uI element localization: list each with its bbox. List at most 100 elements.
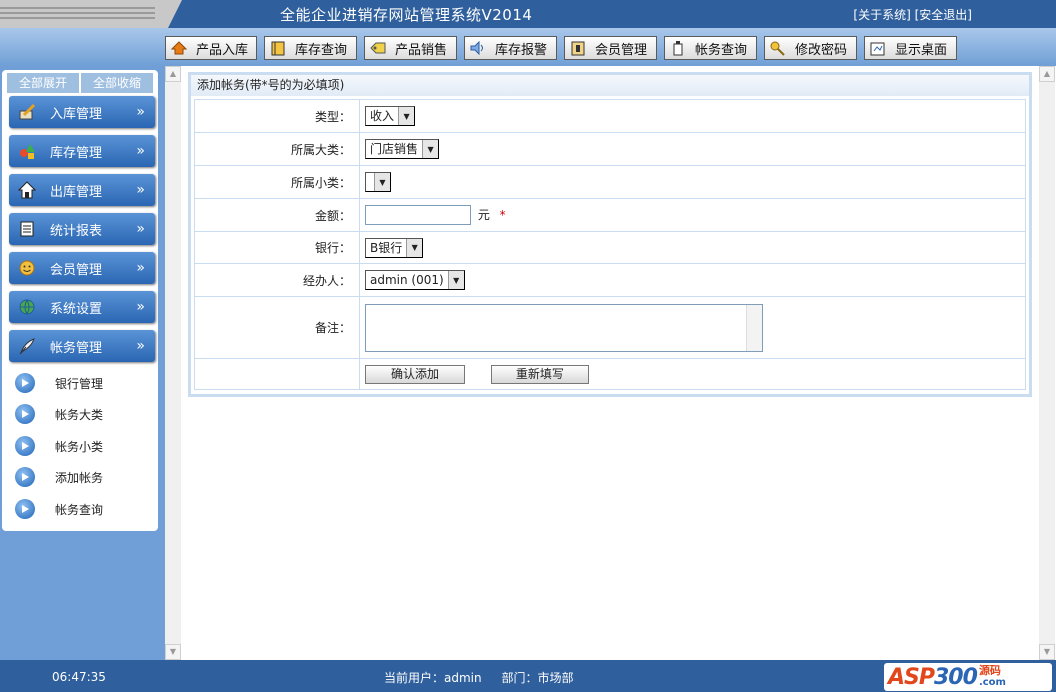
dropdown-arrow-icon: ▼ (422, 140, 439, 158)
tag-icon (369, 40, 387, 56)
play-icon (15, 436, 35, 456)
sub-item-label: 帐务小类 (55, 439, 104, 454)
toolbar-member-button[interactable]: 会员管理 (564, 36, 657, 60)
house-arrow-icon (170, 40, 188, 56)
confirm-add-button[interactable]: 确认添加 (365, 364, 465, 384)
play-icon (15, 404, 35, 424)
toolbar-label: 库存查询 (295, 42, 348, 58)
chevron-right-icon: » (136, 299, 145, 315)
logo-side-top: 源码 (978, 664, 1001, 677)
category-select[interactable]: 门店销售 ▼ (365, 139, 440, 159)
amount-input[interactable] (365, 205, 471, 225)
sub-item-account-query[interactable]: 帐务查询 (15, 498, 103, 520)
select-value: 收入 (370, 109, 395, 123)
chevron-right-icon: » (136, 221, 145, 237)
scroll-down-icon[interactable]: ▼ (1039, 644, 1055, 660)
textarea-scrollbar[interactable] (746, 304, 762, 351)
toolbar-label: 显示桌面 (895, 42, 948, 58)
sub-item-label: 添加帐务 (55, 470, 104, 485)
scroll-up-icon[interactable]: ▲ (1039, 66, 1055, 82)
dropdown-arrow-icon: ▼ (398, 107, 415, 125)
reset-button[interactable]: 重新填写 (490, 364, 589, 384)
menu-reports[interactable]: 统计报表 » (9, 213, 155, 245)
right-scrollbar[interactable]: ▲ ▼ (1039, 66, 1055, 660)
toolbar-label: 产品入库 (196, 42, 249, 58)
toolbar-label: 产品销售 (395, 42, 448, 58)
toolbar-label: 库存报警 (495, 42, 548, 58)
bank-label: 银行： (194, 231, 360, 264)
toolbar-show-desktop-button[interactable]: 显示桌面 (864, 36, 957, 60)
home-icon (18, 181, 36, 199)
menu-label: 入库管理 (50, 106, 103, 122)
menu-label: 系统设置 (50, 301, 103, 317)
type-select[interactable]: 收入 ▼ (365, 106, 416, 126)
select-value: 门店销售 (370, 142, 419, 156)
expand-all-button[interactable]: 全部展开 (7, 73, 79, 93)
logout-link[interactable]: [安全退出] (915, 8, 972, 22)
menu-inventory[interactable]: 库存管理 » (9, 135, 155, 167)
left-scrollbar[interactable]: ▲ ▼ (165, 66, 181, 660)
play-icon (15, 467, 35, 487)
toolbar-change-password-button[interactable]: 修改密码 (764, 36, 857, 60)
current-user: 当前用户：admin (384, 671, 482, 685)
globe-icon (18, 298, 36, 316)
menu-stock-in[interactable]: 入库管理 » (9, 96, 155, 128)
form-row-subcategory: 所属小类： ▼ (194, 165, 1026, 199)
about-link[interactable]: [关于系统] (853, 8, 910, 22)
sub-item-add-account[interactable]: 添加帐务 (15, 466, 103, 488)
desktop-icon (869, 40, 887, 56)
form-row-actions: 确认添加 重新填写 (194, 358, 1026, 390)
speaker-icon (469, 40, 487, 56)
add-account-form: 类型： 收入 ▼ 所属大类： 门店销售 ▼ 所属小类： ▼ 金额： 元 * 银行… (194, 99, 1026, 390)
sidebar: 全部展开 全部收缩 入库管理 » 库存管理 » 出库管理 » 统计报表 » 会员… (2, 70, 158, 531)
menu-accounts[interactable]: 帐务管理 » (9, 330, 155, 362)
note-textarea[interactable] (365, 303, 763, 352)
sub-item-account-subcategory[interactable]: 帐务小类 (15, 435, 103, 457)
shapes-icon (18, 142, 36, 160)
handler-label: 经办人： (194, 263, 360, 297)
scroll-up-icon[interactable]: ▲ (165, 66, 181, 82)
menu-system-settings[interactable]: 系统设置 » (9, 291, 155, 323)
subcategory-select[interactable]: ▼ (365, 172, 391, 192)
sub-item-bank-management[interactable]: 银行管理 (15, 372, 103, 394)
sub-item-account-category[interactable]: 帐务大类 (15, 403, 103, 425)
select-value: B银行 (370, 240, 403, 255)
bank-select[interactable]: B银行 ▼ (365, 237, 424, 258)
toolbar-stock-query-button[interactable]: 库存查询 (264, 36, 357, 60)
handler-select[interactable]: admin (001) ▼ (365, 270, 465, 290)
book-icon (269, 40, 287, 56)
menu-label: 出库管理 (50, 184, 103, 200)
form-row-amount: 金额： 元 * (194, 198, 1026, 232)
play-icon (15, 499, 35, 519)
collapse-all-button[interactable]: 全部收缩 (81, 73, 153, 93)
form-row-type: 类型： 收入 ▼ (194, 99, 1026, 133)
menu-label: 统计报表 (50, 223, 103, 239)
dropdown-arrow-icon: ▼ (374, 173, 390, 191)
toolbar: 产品入库 库存查询 产品销售 库存报警 会员管理 帐务查询 修改密码 显示桌面 (0, 28, 1056, 66)
logo-side-bottom: .com (978, 677, 1006, 688)
dropdown-arrow-icon: ▼ (447, 271, 464, 289)
toolbar-product-sales-button[interactable]: 产品销售 (364, 36, 457, 60)
header-decor (0, 0, 182, 28)
menu-label: 帐务管理 (50, 340, 103, 356)
toolbar-product-stock-in-button[interactable]: 产品入库 (165, 36, 257, 60)
amount-unit: 元 (477, 207, 490, 222)
scroll-down-icon[interactable]: ▼ (165, 644, 181, 660)
menu-stock-out[interactable]: 出库管理 » (9, 174, 155, 206)
toolbar-label: 修改密码 (795, 42, 848, 58)
amount-label: 金额： (194, 198, 360, 232)
menu-label: 库存管理 (50, 145, 103, 161)
panel-heading: 添加帐务(带*号的为必填项) (191, 75, 1029, 96)
header-links: [关于系统] [安全退出] (853, 6, 972, 23)
chevron-right-icon: » (136, 182, 145, 198)
logo-text: ASP (888, 664, 935, 690)
chevron-right-icon: » (136, 338, 145, 354)
toolbar-stock-alarm-button[interactable]: 库存报警 (464, 36, 557, 60)
menu-label: 会员管理 (50, 262, 103, 278)
bottle-icon (669, 40, 687, 56)
sub-item-label: 帐务查询 (55, 502, 104, 517)
app-title: 全能企业进销存网站管理系统V2014 (280, 6, 533, 24)
menu-members[interactable]: 会员管理 » (9, 252, 155, 284)
note-label: 备注： (194, 296, 360, 359)
toolbar-account-query-button[interactable]: 帐务查询 (664, 36, 757, 60)
